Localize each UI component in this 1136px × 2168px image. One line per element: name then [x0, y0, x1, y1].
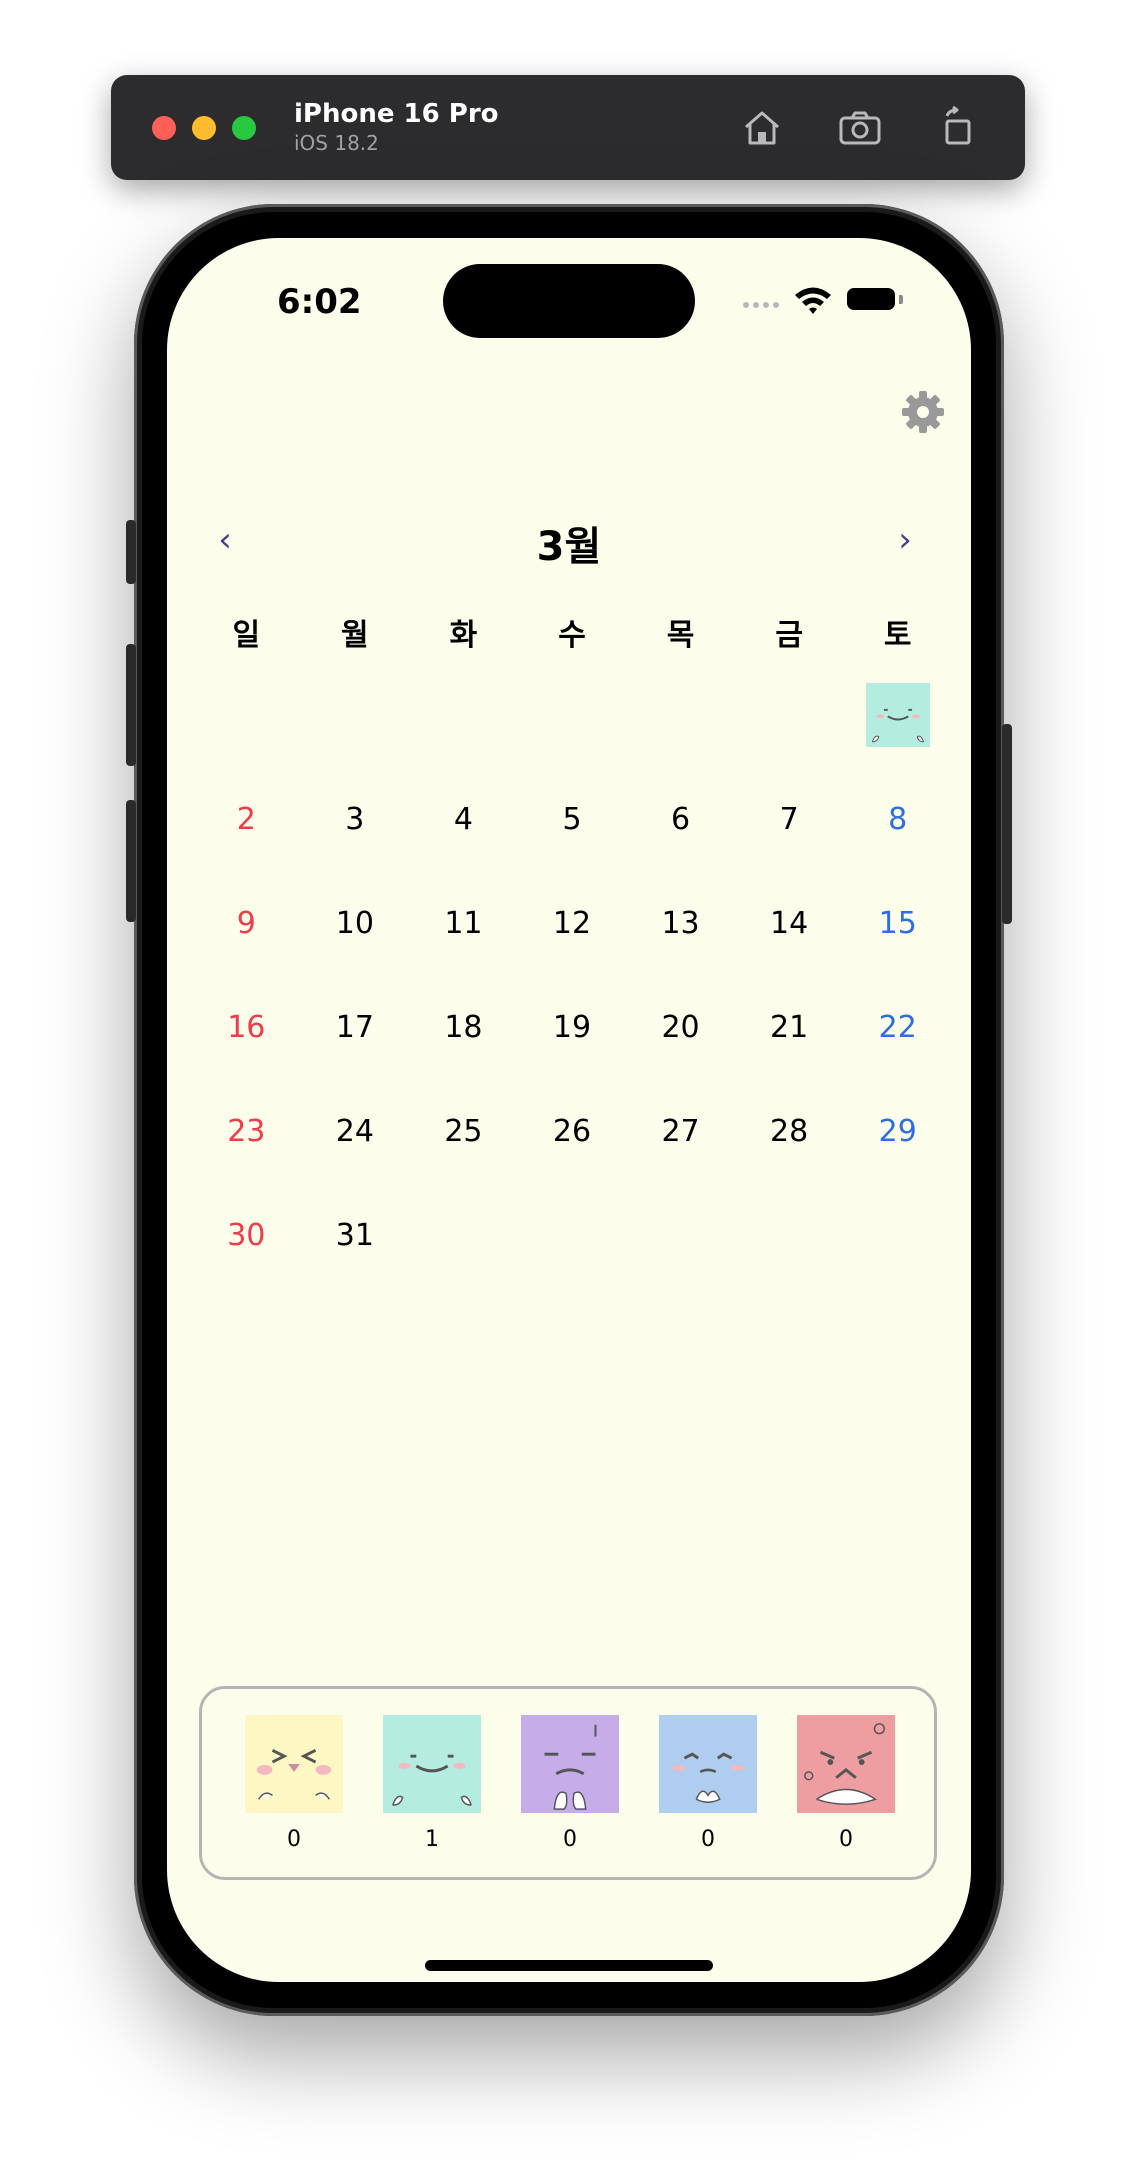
home-icon[interactable] — [737, 103, 787, 153]
day-cell[interactable]: 31 — [315, 1203, 395, 1267]
mood-summary-item[interactable]: 0 — [797, 1715, 895, 1852]
day-cell[interactable]: 18 — [423, 995, 503, 1059]
day-cell[interactable]: 29 — [858, 1099, 938, 1163]
calm-mood-icon — [865, 683, 930, 747]
mood-count: 0 — [701, 1827, 715, 1852]
settings-gear-icon[interactable] — [901, 390, 945, 434]
power-button — [1002, 724, 1012, 924]
day-cell[interactable]: 13 — [641, 891, 721, 955]
day-cell[interactable]: 11 — [423, 891, 503, 955]
day-cell[interactable]: 14 — [749, 891, 829, 955]
day-cell[interactable]: 9 — [206, 891, 286, 955]
day-cell[interactable]: 24 — [315, 1099, 395, 1163]
weekday-label: 일 — [232, 618, 261, 653]
mood-count: 0 — [287, 1827, 301, 1852]
day-cell[interactable]: 3 — [315, 787, 395, 851]
calendar-grid: 2 3 4 5 6 7 8 9 10 11 12 13 14 15 16 17 18 19 20 21 22 23 24 25… — [192, 683, 952, 1253]
annoyed-mood-icon — [521, 1715, 619, 1813]
angry-mood-icon — [797, 1715, 895, 1813]
mood-summary-item[interactable]: 0 — [245, 1715, 343, 1852]
weekday-header: 일월화수목금토 — [192, 610, 952, 653]
weekday-label: 화 — [449, 618, 478, 653]
dynamic-island — [443, 264, 695, 338]
mood-summary-item[interactable]: 0 — [521, 1715, 619, 1852]
day-cell[interactable]: 6 — [641, 787, 721, 851]
day-cell[interactable]: 27 — [641, 1099, 721, 1163]
day-cell[interactable]: 7 — [749, 787, 829, 851]
home-indicator[interactable] — [425, 1960, 713, 1971]
weekday-label: 토 — [883, 618, 912, 653]
day-cell[interactable]: 25 — [423, 1099, 503, 1163]
volume-up-button — [126, 644, 136, 766]
day-cell[interactable]: 19 — [532, 995, 612, 1059]
day-cell[interactable]: 22 — [858, 995, 938, 1059]
mood-summary-panel: 0 1 0 0 0 — [199, 1686, 937, 1880]
weekday-label: 금 — [775, 618, 803, 653]
battery-cap-icon — [899, 295, 903, 304]
weekday-label: 목 — [666, 618, 695, 653]
rotate-icon[interactable] — [933, 103, 983, 153]
sad-mood-icon — [659, 1715, 757, 1813]
day-cell-mood[interactable] — [858, 683, 938, 747]
device-name: iPhone 16 Pro — [294, 99, 499, 129]
battery-icon — [847, 288, 895, 310]
mood-count: 1 — [425, 1827, 439, 1852]
weekday-label: 수 — [558, 618, 586, 653]
day-cell[interactable]: 15 — [858, 891, 938, 955]
wifi-icon — [793, 284, 833, 316]
status-time: 6:02 — [277, 282, 362, 322]
screenshot-icon[interactable] — [835, 103, 885, 153]
day-cell[interactable]: 4 — [423, 787, 503, 851]
close-window-button[interactable] — [152, 116, 176, 140]
day-cell[interactable]: 10 — [315, 891, 395, 955]
simulator-toolbar: iPhone 16 Pro iOS 18.2 — [111, 75, 1025, 180]
minimize-window-button[interactable] — [192, 116, 216, 140]
calm-mood-icon — [383, 1715, 481, 1813]
weekday-label: 월 — [341, 618, 369, 653]
day-cell[interactable]: 20 — [641, 995, 721, 1059]
day-cell[interactable]: 5 — [532, 787, 612, 851]
action-button — [126, 520, 136, 584]
happy-mood-icon — [245, 1715, 343, 1813]
mood-count: 0 — [563, 1827, 577, 1852]
next-month-button[interactable]: › — [883, 518, 927, 562]
day-cell[interactable]: 28 — [749, 1099, 829, 1163]
day-cell[interactable]: 16 — [206, 995, 286, 1059]
day-cell[interactable]: 30 — [206, 1203, 286, 1267]
day-cell[interactable]: 23 — [206, 1099, 286, 1163]
day-cell[interactable]: 12 — [532, 891, 612, 955]
day-cell[interactable]: 26 — [532, 1099, 612, 1163]
app-screen: 6:02 ‹ 3월 › 일월화수목금토 2 3 4 5 6 7 8 9 10 11 12 13 14 15… — [167, 238, 971, 1982]
mood-summary-item[interactable]: 0 — [659, 1715, 757, 1852]
os-version: iOS 18.2 — [294, 131, 379, 155]
mood-count: 0 — [839, 1827, 853, 1852]
day-cell[interactable]: 8 — [858, 787, 938, 851]
day-cell[interactable]: 17 — [315, 995, 395, 1059]
zoom-window-button[interactable] — [232, 116, 256, 140]
mood-summary-item[interactable]: 1 — [383, 1715, 481, 1852]
day-cell[interactable]: 21 — [749, 995, 829, 1059]
month-title: 3월 — [536, 524, 602, 570]
volume-down-button — [126, 800, 136, 922]
cellular-signal-icon — [743, 302, 783, 310]
day-cell[interactable]: 2 — [206, 787, 286, 851]
